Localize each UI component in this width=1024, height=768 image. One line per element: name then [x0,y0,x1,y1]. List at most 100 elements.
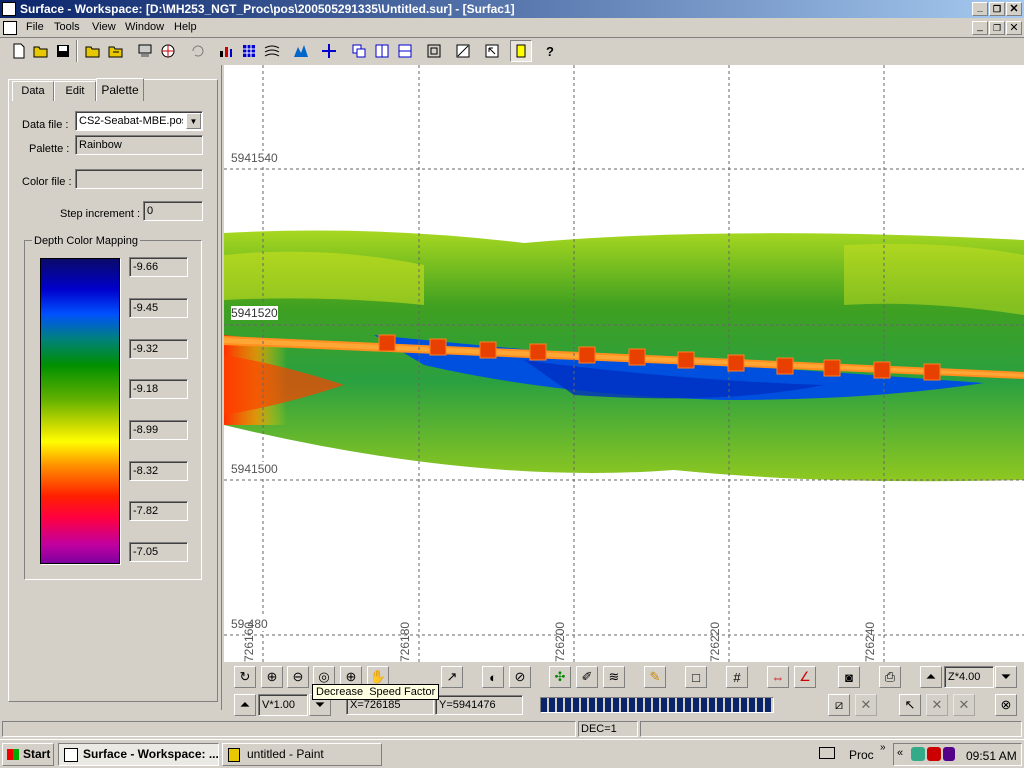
depth-value[interactable]: -9.66 [129,257,188,277]
zoom-up-button[interactable]: ⏶ [920,666,942,688]
search-icon[interactable]: ⊘ [509,666,531,688]
frame-icon[interactable] [423,40,445,62]
tab-edit[interactable]: Edit [54,81,96,101]
cascade-icon[interactable] [348,40,370,62]
grid-hash-icon[interactable]: # [726,666,748,688]
points-icon[interactable]: ✣ [549,666,571,688]
palette-field[interactable]: Rainbow [75,135,203,155]
slope-icon[interactable]: ⧄ [828,694,850,716]
grid-icon[interactable] [238,40,260,62]
open-workspace-icon[interactable] [82,40,104,62]
close-button[interactable]: ✕ [1006,2,1022,16]
doc-icon [3,21,17,35]
depth-value[interactable]: -8.99 [129,420,188,440]
disabled-tool-icon[interactable]: ✕ [926,694,948,716]
undo-icon[interactable] [186,40,208,62]
globe-icon[interactable] [157,40,179,62]
tile-horizontal-icon[interactable] [394,40,416,62]
chevron-right-icon[interactable]: » [880,742,886,753]
stop-icon[interactable]: ⊗ [995,694,1017,716]
child-restore-button[interactable]: ❐ [989,21,1005,35]
tab-palette[interactable]: Palette [96,78,144,101]
tag-icon[interactable]: ✐ [576,666,598,688]
print-icon[interactable]: ⎙ [879,666,901,688]
data-file-select[interactable]: CS2-Seabat-MBE.pos ▼ [75,111,203,131]
contour-icon[interactable] [261,40,283,62]
tab-data[interactable]: Data [12,81,54,101]
save-icon[interactable] [52,40,74,62]
audio-icon[interactable] [927,747,941,761]
depth-value[interactable]: -9.18 [129,379,188,399]
restore-button[interactable]: ❐ [989,2,1005,16]
measure-icon[interactable]: ⇔ [767,666,789,688]
refresh-icon[interactable]: ↻ [234,666,256,688]
child-close-button[interactable]: ✕ [1006,21,1022,35]
status-pane-right [640,721,1022,737]
pointer-icon[interactable]: ↖ [899,694,921,716]
zoom-down-button[interactable]: ⏷ [995,666,1017,688]
tile-vertical-icon[interactable] [371,40,393,62]
minimize-button[interactable]: _ [972,2,988,16]
layers-icon[interactable]: ≋ [603,666,625,688]
square-icon[interactable]: □ [685,666,707,688]
magnify-icon[interactable]: ◐ [482,666,504,688]
taskbar-item-surface[interactable]: Surface - Workspace: ... [58,743,219,766]
menu-view[interactable]: View [92,21,116,33]
open-folder-icon[interactable] [30,40,52,62]
depth-value[interactable]: -9.45 [129,298,188,318]
clock: 09:51 AM [966,749,1017,763]
data-file-label: Data file : [22,119,69,131]
left-panel: Data Edit Palette Data file : CS2-Seabat… [0,65,222,710]
menu-window[interactable]: Window [125,21,164,33]
zoom-out-icon[interactable]: ⊖ [287,666,309,688]
help-icon[interactable]: ? [539,40,561,62]
angle-icon[interactable]: ∠ [794,666,816,688]
tray-chevron-icon[interactable]: « [897,747,903,759]
open-data-icon[interactable] [105,40,127,62]
pipe-marker [727,354,745,372]
x-axis-label: 726200 [553,621,567,662]
media-icon[interactable] [943,747,955,761]
taskbar-item-paint[interactable]: untitled - Paint [222,743,382,766]
depth-value[interactable]: -7.82 [129,501,188,521]
keyboard-icon[interactable] [819,747,835,759]
depth-value[interactable]: -8.32 [129,461,188,481]
notes-icon[interactable] [510,40,532,62]
disabled-tool-icon[interactable]: ✕ [953,694,975,716]
child-minimize-button[interactable]: _ [972,21,988,35]
computer-icon[interactable] [134,40,156,62]
depth-value[interactable]: -7.05 [129,542,188,562]
speed-up-button[interactable]: ⏶ [234,694,256,716]
pan-icon[interactable] [318,40,340,62]
pipe-marker [873,361,891,379]
proc-toolbar-label[interactable]: Proc [849,748,874,762]
menu-tools[interactable]: Tools [54,21,80,33]
pipe-marker [677,351,695,369]
zoom-window-icon[interactable] [452,40,474,62]
vertical-factor-field[interactable]: V*1.00 [258,694,308,716]
start-button[interactable]: Start [2,743,54,766]
cross-icon[interactable]: ✕ [855,694,877,716]
new-file-icon[interactable] [8,40,30,62]
select-arrow-icon[interactable] [481,40,503,62]
pipe-marker [529,343,547,361]
menu-help[interactable]: Help [174,21,197,33]
network-icon[interactable] [911,747,925,761]
rotate-icon[interactable]: ↗ [441,666,463,688]
y-axis-label: 5941520 [231,306,278,320]
chevron-down-icon[interactable]: ▼ [186,113,201,129]
start-label: Start [23,747,51,761]
map-view[interactable]: 5941540 5941520 5941500 59 480 726160 72… [224,65,1024,662]
y-axis-label: 5941500 [231,462,278,476]
camera-icon[interactable]: ◙ [838,666,860,688]
pencil-icon[interactable]: ✎ [644,666,666,688]
surface-icon[interactable] [290,40,312,62]
zoom-factor-field[interactable]: Z*4.00 [944,666,994,688]
step-field[interactable]: 0 [143,201,203,221]
color-file-field[interactable] [75,169,203,189]
chart-icon[interactable] [215,40,237,62]
menu-file[interactable]: File [26,21,44,33]
depth-value[interactable]: -9.32 [129,339,188,359]
progress-bar [540,697,774,713]
zoom-in-icon[interactable]: ⊕ [261,666,283,688]
